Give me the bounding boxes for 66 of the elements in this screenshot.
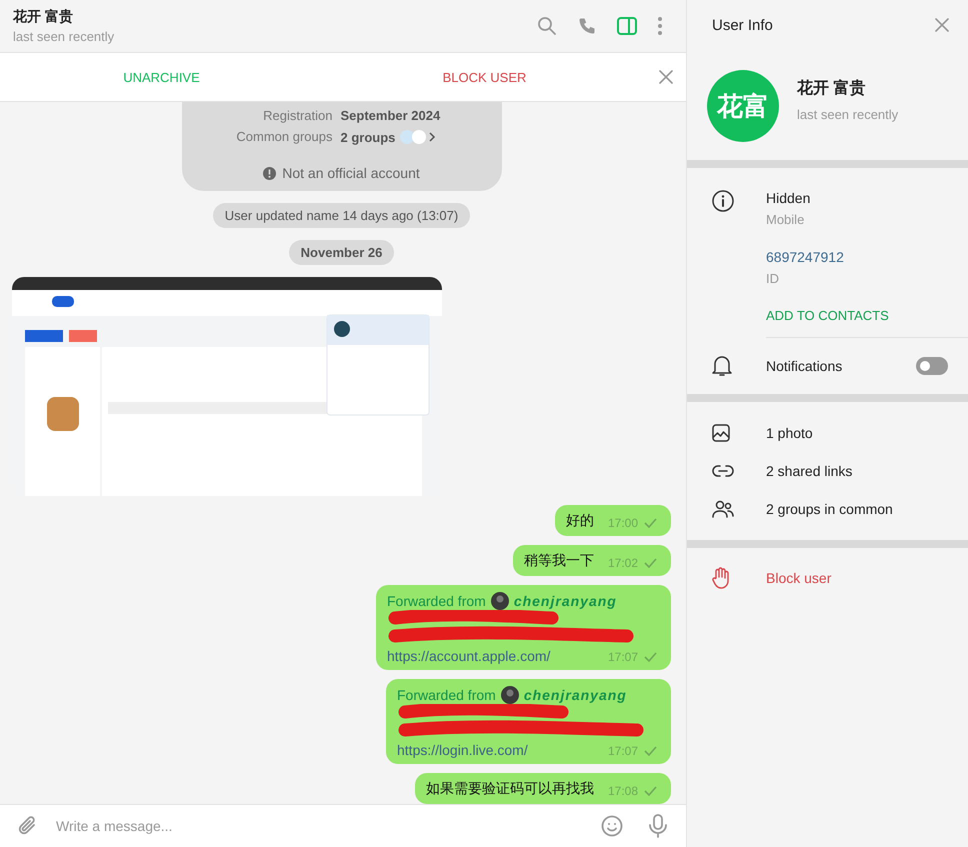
profile-name: 花开 富贵 [797,78,866,99]
block-user-button[interactable]: Block user [687,548,968,608]
paperclip-icon [18,815,38,837]
close-icon [659,70,673,84]
chat-title: 花开 富贵 [13,8,74,26]
message-time: 17:00 [608,516,638,530]
microphone-icon [649,814,667,838]
hand-icon [712,567,730,589]
forwarded-name: chenjranyang [524,687,627,703]
message-text: 稍等我一下 [524,552,594,570]
notice-text: Not an official account [282,165,420,181]
forwarded-name: chenjranyang [514,593,617,609]
message-time: 17:07 [608,744,638,758]
avatar-icon [500,686,519,704]
check-icon [644,746,657,756]
profile-status: last seen recently [797,107,898,122]
search-icon [537,16,557,36]
detail-value: Hidden [766,190,810,206]
panel-title: User Info [712,16,774,34]
add-to-contacts-button[interactable]: ADD TO CONTACTS [766,308,968,323]
notifications-toggle[interactable] [916,357,948,375]
phone-icon [577,16,597,36]
block-user-button[interactable]: BLOCK USER [323,53,646,101]
chat-status: last seen recently [13,29,116,44]
image-icon [712,424,730,442]
smiley-icon [601,815,623,837]
message-link[interactable]: https://login.live.com/ [397,742,528,758]
message-text: 如果需要验证码可以再找我 [426,780,594,798]
info-label: Common groups [235,129,332,145]
service-message: User updated name 14 days ago (13:07) [212,203,470,228]
info-icon [712,190,734,212]
more-icon [658,17,662,35]
media-row[interactable]: 2 shared links [687,452,872,490]
media-row[interactable]: 2 groups in common [687,490,913,528]
link-icon [712,465,734,477]
message-field[interactable]: Write a message... [0,804,686,847]
notifications-label: Notifications [766,358,842,374]
detail-label: ID [766,271,780,286]
bell-icon [712,355,732,377]
unarchive-button[interactable]: UNARCHIVE [0,53,323,101]
message-input[interactable]: Write a message... [54,817,586,835]
exclamation-icon [263,166,276,180]
date-pill: November 26 [288,240,394,265]
forwarded-label: Forwarded from [397,687,496,703]
sidebar-icon [617,17,637,35]
check-icon [644,652,657,662]
media-row[interactable]: 1 photo [687,414,833,452]
message-text: 好的 [566,512,594,530]
avatar: 花富 [707,70,779,142]
forwarded-label: Forwarded from [387,593,486,609]
info-value: 2 groups [340,130,396,144]
avatar-icon [490,592,509,610]
group-avatars-icon [399,129,438,145]
check-icon [644,518,657,528]
message-time: 17:02 [608,556,638,570]
info-label: Registration [262,108,332,123]
info-value: September 2024 [340,108,440,123]
detail-label: Mobile [766,212,806,227]
message-time: 17:07 [608,650,638,664]
people-icon [712,500,734,518]
message-time: 17:08 [608,784,638,798]
check-icon [644,786,657,796]
close-icon [935,18,949,32]
message-link[interactable]: https://account.apple.com/ [387,648,550,664]
check-icon [644,558,657,568]
detail-value: 6897247912 [766,249,844,265]
